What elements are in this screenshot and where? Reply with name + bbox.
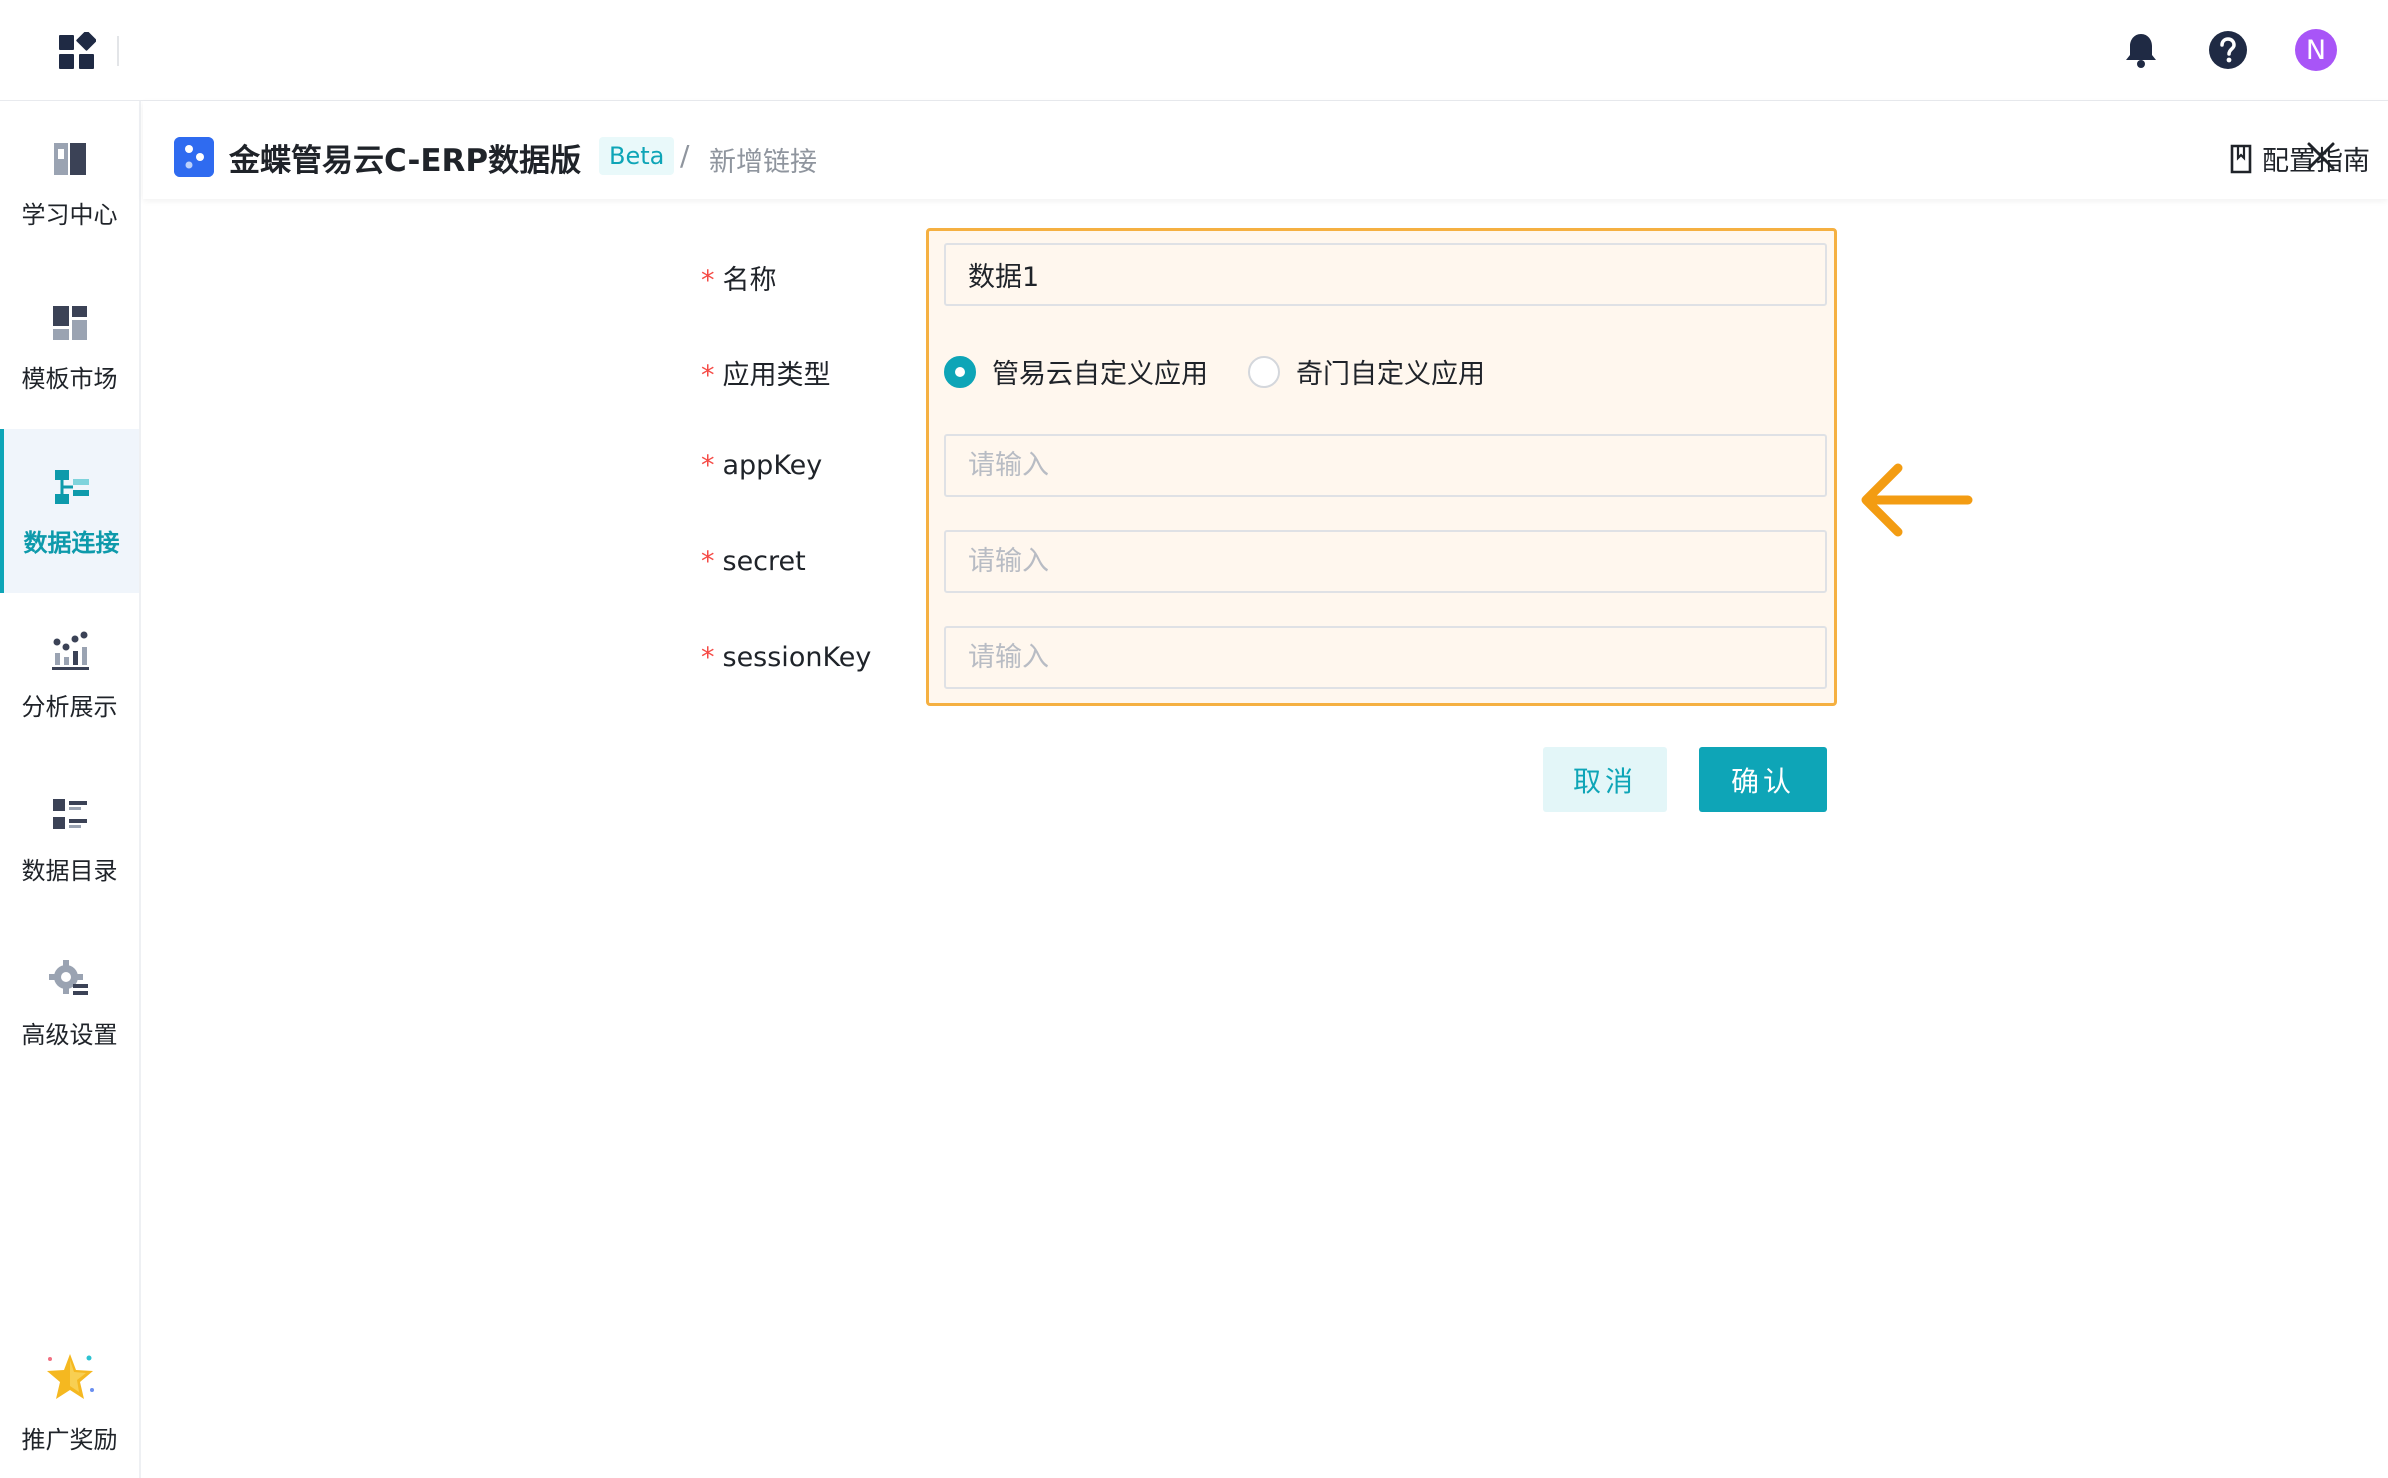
sidebar-item-label: 数据连接: [23, 528, 120, 557]
sidebar: 学习中心 模板市场 数据连接 分析展示 数据目录 高级设置 推广奖励: [0, 101, 141, 1478]
secret-label: * secret: [701, 546, 806, 577]
book-icon: [53, 142, 86, 175]
sidebar-item-label: 推广奖励: [21, 1425, 118, 1454]
page-header: 金蝶管易云C-ERP数据版 Beta / 新增链接 配置指南: [143, 101, 2388, 199]
settings-gear-icon: [48, 959, 88, 995]
appkey-input[interactable]: [944, 434, 1827, 497]
sidebar-item-promo-reward[interactable]: 推广奖励: [0, 1327, 139, 1477]
sidebar-item-label: 模板市场: [21, 364, 118, 393]
help-icon[interactable]: [2208, 30, 2248, 70]
user-avatar[interactable]: N: [2295, 29, 2337, 71]
name-label: * 名称: [701, 265, 777, 296]
page-title: 金蝶管易云C-ERP数据版: [229, 143, 582, 179]
radio-option-label: 管易云自定义应用: [992, 359, 1208, 390]
apps-grid-icon[interactable]: [58, 32, 96, 70]
bell-icon[interactable]: [2122, 31, 2160, 69]
catalog-list-icon: [52, 798, 87, 829]
confirm-button[interactable]: 确认: [1699, 747, 1827, 812]
radio-option-label: 奇门自定义应用: [1296, 359, 1485, 390]
name-input[interactable]: [944, 243, 1827, 306]
sidebar-item-label: 分析展示: [21, 692, 118, 721]
breadcrumb: 新增链接: [709, 147, 817, 178]
sessionkey-label: * sessionKey: [701, 642, 872, 673]
sidebar-item-label: 学习中心: [21, 200, 118, 229]
beta-badge: Beta: [599, 137, 675, 175]
template-grid-icon: [52, 305, 87, 340]
close-icon[interactable]: [2306, 141, 2336, 171]
sidebar-item-learning-center[interactable]: 学习中心: [0, 101, 139, 265]
sidebar-item-template-market[interactable]: 模板市场: [0, 265, 139, 429]
radio-guanyiyun-custom-app[interactable]: 管易云自定义应用: [944, 352, 1208, 391]
sidebar-item-data-catalog[interactable]: 数据目录: [0, 757, 139, 921]
sidebar-item-label: 数据目录: [21, 856, 118, 885]
secret-input[interactable]: [944, 530, 1827, 593]
top-bar: N: [0, 0, 2388, 101]
sidebar-item-advanced-settings[interactable]: 高级设置: [0, 921, 139, 1085]
star-reward-icon: [46, 1353, 94, 1399]
sidebar-item-analytics[interactable]: 分析展示: [0, 593, 139, 757]
radio-qimen-custom-app[interactable]: 奇门自定义应用: [1248, 352, 1485, 391]
appkey-label: * appKey: [701, 450, 823, 481]
config-guide-link[interactable]: 配置指南: [2228, 139, 2370, 178]
arrow-left-callout-icon: [1855, 457, 1976, 543]
app-type-label: * 应用类型: [701, 360, 831, 391]
cancel-button[interactable]: 取消: [1543, 747, 1667, 812]
analytics-chart-icon: [51, 631, 89, 670]
data-connection-icon: [54, 469, 89, 504]
top-divider: [117, 36, 119, 66]
sidebar-item-label: 高级设置: [21, 1020, 118, 1049]
bookmark-icon: [2230, 144, 2252, 173]
sessionkey-input[interactable]: [944, 626, 1827, 689]
app-logo-icon: [174, 137, 214, 177]
breadcrumb-separator: /: [680, 139, 690, 172]
sidebar-item-data-connection[interactable]: 数据连接: [0, 429, 139, 593]
radio-unselected-indicator: [1248, 355, 1280, 388]
radio-selected-indicator: [944, 355, 976, 388]
